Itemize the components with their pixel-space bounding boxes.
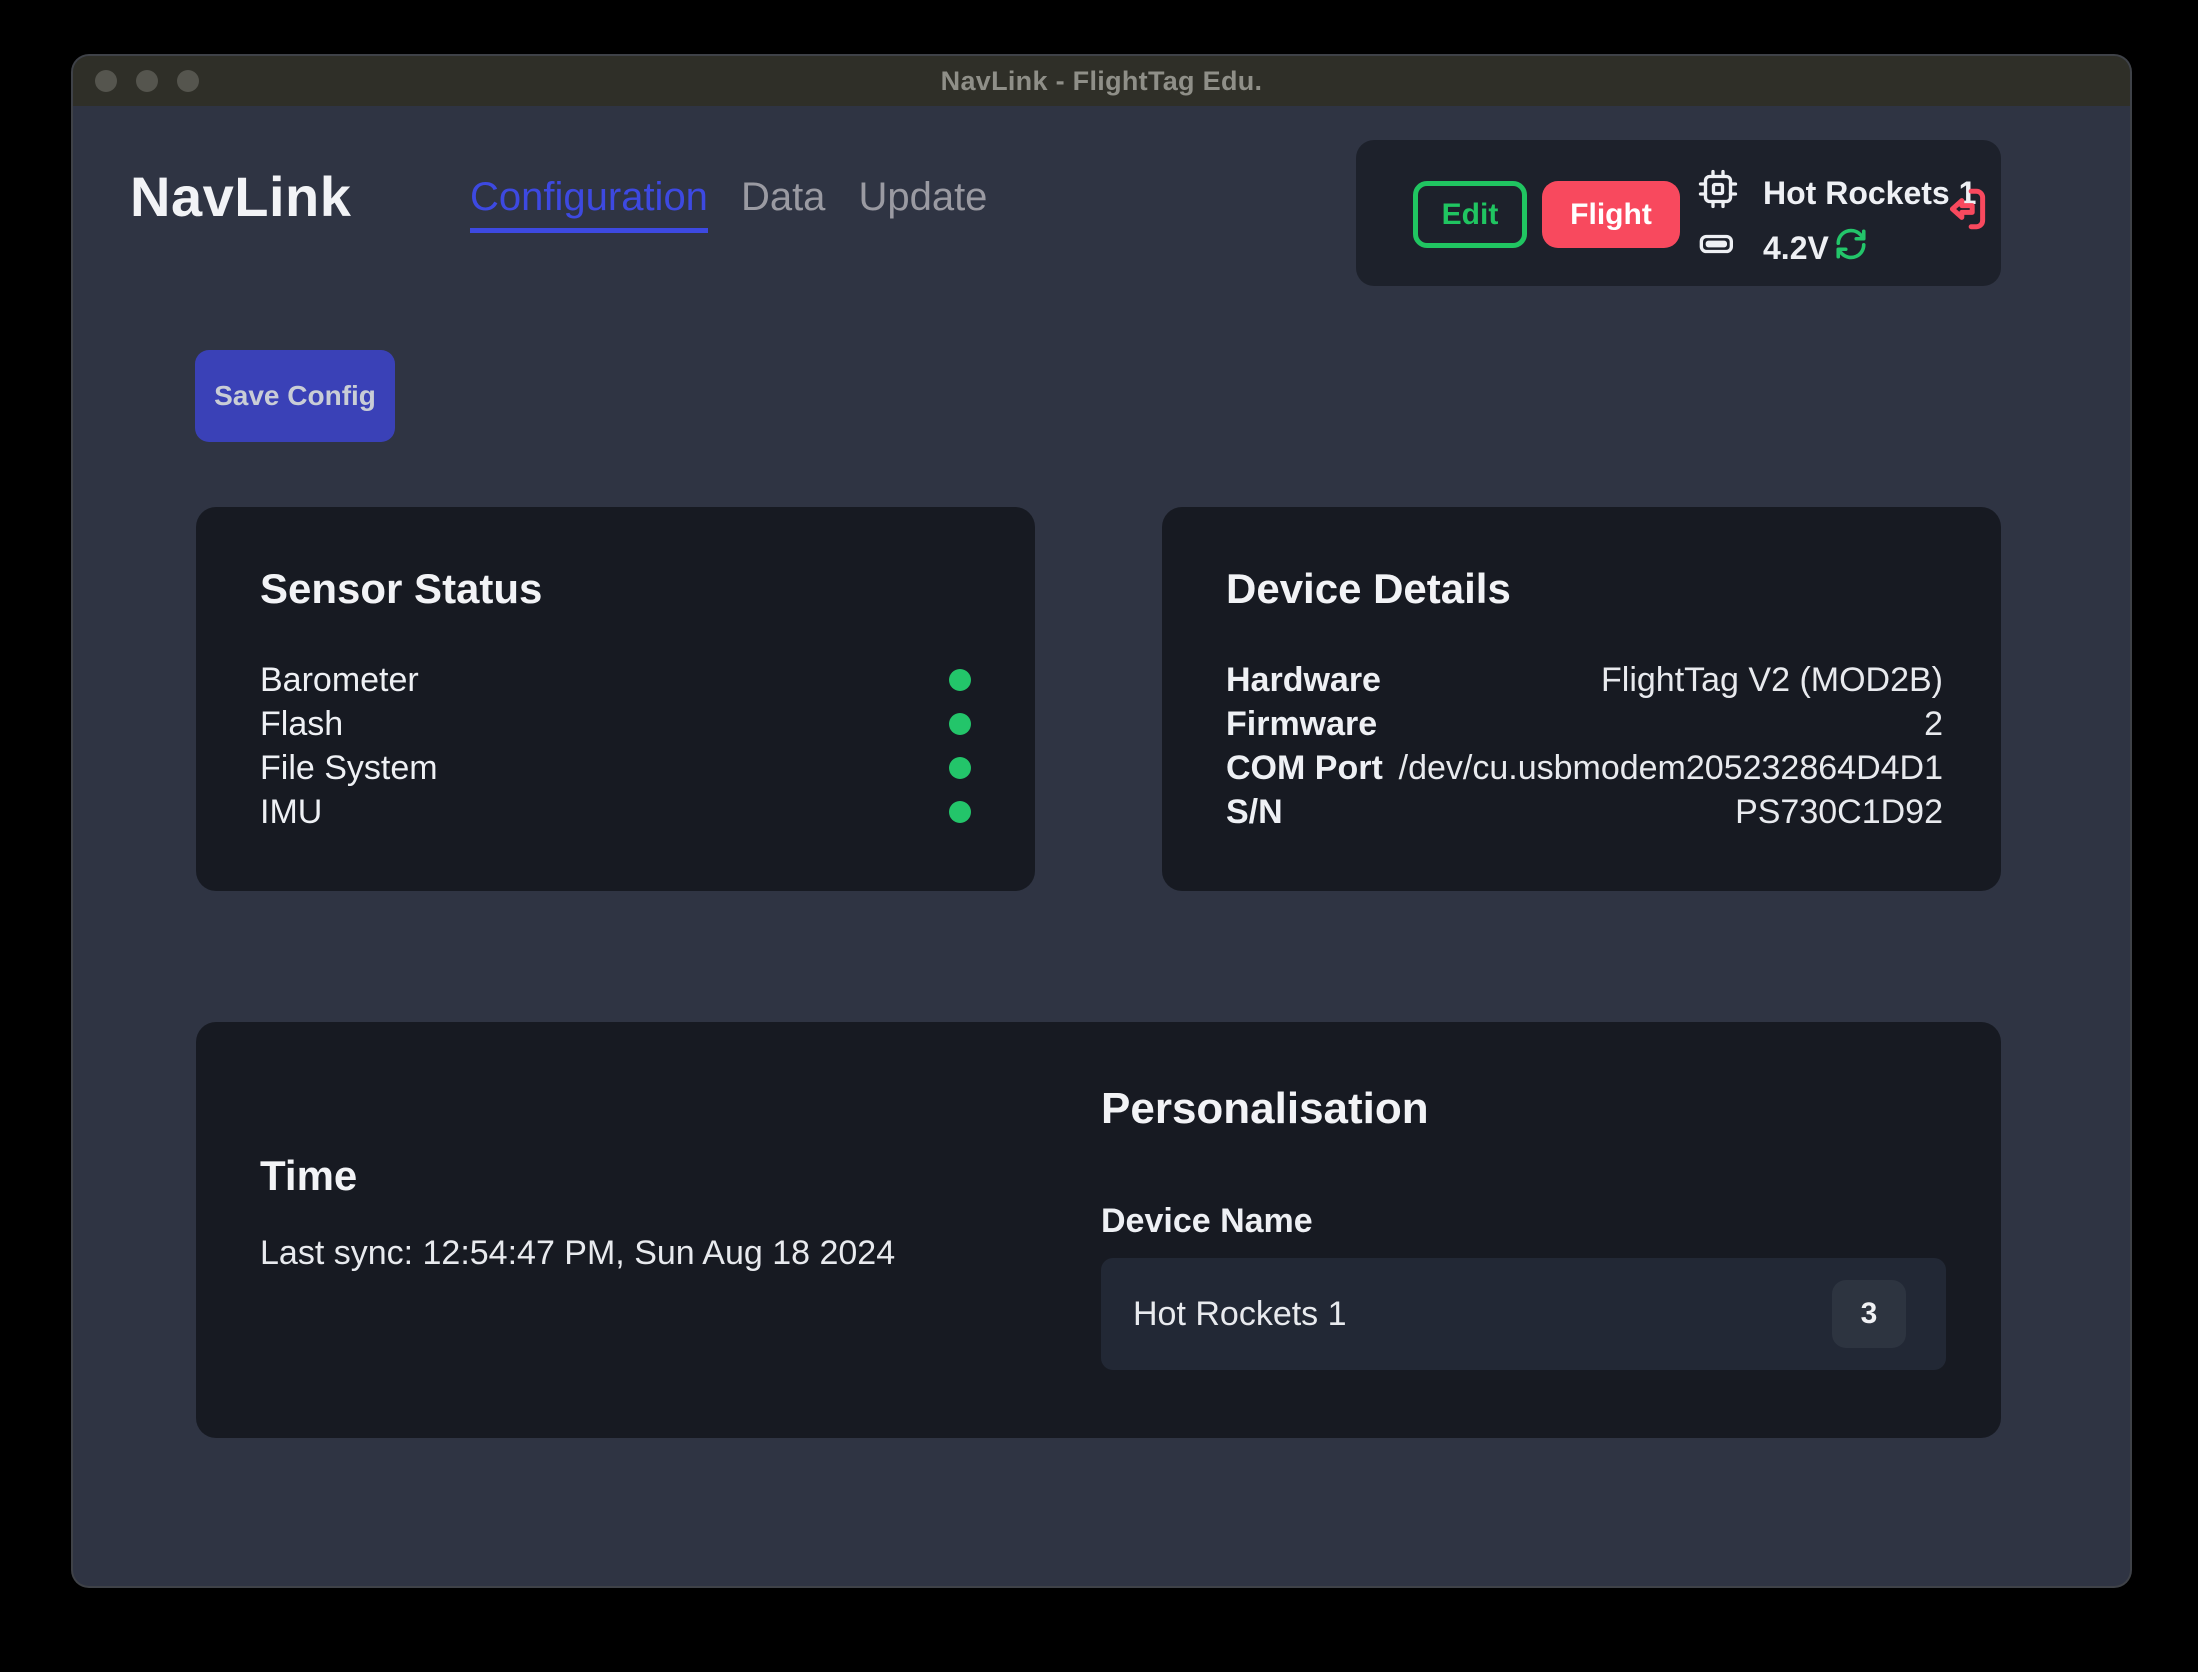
detail-value: 2 — [1924, 705, 1943, 744]
edit-button[interactable]: Edit — [1413, 181, 1527, 248]
close-button[interactable] — [95, 70, 117, 92]
sensor-label: File System — [260, 749, 438, 788]
sensor-status-card: Sensor Status Barometer Flash File Syste… — [196, 507, 1035, 891]
detail-label: COM Port — [1226, 749, 1383, 788]
status-ok-dot — [949, 713, 971, 735]
status-ok-dot — [949, 757, 971, 779]
detail-value: FlightTag V2 (MOD2B) — [1601, 661, 1943, 700]
detail-row-firmware: Firmware 2 — [1226, 702, 1943, 746]
device-details-card: Device Details Hardware FlightTag V2 (MO… — [1162, 507, 2001, 891]
cpu-icon — [1698, 169, 1738, 209]
zoom-button[interactable] — [177, 70, 199, 92]
sensor-label: Flash — [260, 705, 343, 744]
device-name-field-wrap: 3 — [1101, 1258, 1946, 1370]
detail-value: /dev/cu.usbmodem205232864D4D1 — [1399, 749, 1943, 788]
sensor-rows: Barometer Flash File System IMU — [260, 658, 971, 834]
tab-configuration[interactable]: Configuration — [470, 175, 708, 233]
device-details-title: Device Details — [1226, 565, 1511, 613]
detail-row-com-port: COM Port /dev/cu.usbmodem205232864D4D1 — [1226, 746, 1943, 790]
detail-row-hardware: Hardware FlightTag V2 (MOD2B) — [1226, 658, 1943, 702]
sensor-row-imu: IMU — [260, 790, 971, 834]
detail-label: Hardware — [1226, 661, 1381, 700]
detail-value: PS730C1D92 — [1735, 793, 1943, 832]
titlebar: NavLink - FlightTag Edu. — [73, 56, 2130, 106]
time-title: Time — [260, 1152, 357, 1200]
main-nav: Configuration Data Update — [470, 175, 987, 233]
logout-icon[interactable] — [1942, 184, 1992, 234]
status-ok-dot — [949, 801, 971, 823]
device-name-count-badge: 3 — [1832, 1280, 1906, 1348]
detail-label: S/N — [1226, 793, 1283, 832]
sync-icon[interactable] — [1833, 226, 1869, 262]
battery-icon — [1698, 224, 1738, 264]
device-name-label: Device Name — [1101, 1202, 1313, 1241]
detail-row-serial-number: S/N PS730C1D92 — [1226, 790, 1943, 834]
save-config-button[interactable]: Save Config — [195, 350, 395, 442]
status-ok-dot — [949, 669, 971, 691]
flight-button[interactable]: Flight — [1542, 181, 1680, 248]
device-status-panel: Edit Flight Hot Rockets 1 4.2V — [1356, 140, 2001, 286]
window-title: NavLink - FlightTag Edu. — [941, 66, 1263, 97]
sensor-row-barometer: Barometer — [260, 658, 971, 702]
sensor-label: IMU — [260, 793, 322, 832]
sensor-row-filesystem: File System — [260, 746, 971, 790]
sensor-row-flash: Flash — [260, 702, 971, 746]
device-detail-rows: Hardware FlightTag V2 (MOD2B) Firmware 2… — [1226, 658, 1943, 834]
tab-data[interactable]: Data — [741, 175, 826, 228]
minimize-button[interactable] — [136, 70, 158, 92]
device-name-input[interactable] — [1101, 1258, 1946, 1370]
sensor-status-title: Sensor Status — [260, 565, 542, 613]
detail-label: Firmware — [1226, 705, 1377, 744]
sensor-label: Barometer — [260, 661, 419, 700]
tab-update[interactable]: Update — [858, 175, 987, 228]
last-sync-text: Last sync: 12:54:47 PM, Sun Aug 18 2024 — [260, 1234, 895, 1273]
traffic-lights — [95, 56, 199, 106]
battery-voltage: 4.2V — [1763, 230, 1829, 267]
personalisation-title: Personalisation — [1101, 1084, 1429, 1134]
time-personalisation-card: Time Last sync: 12:54:47 PM, Sun Aug 18 … — [196, 1022, 2001, 1438]
app-logo: NavLink — [130, 164, 351, 229]
app-window: NavLink - FlightTag Edu. NavLink Configu… — [73, 56, 2130, 1586]
